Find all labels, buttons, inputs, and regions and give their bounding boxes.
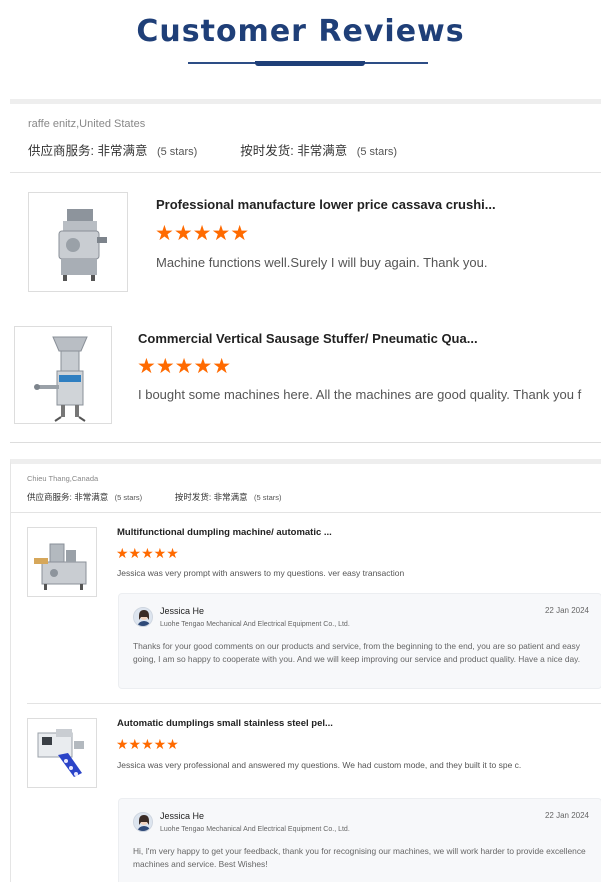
product-title-link[interactable]: Commercial Vertical Sausage Stuffer/ Pne… bbox=[138, 331, 598, 346]
supplier-service-stars: (5 stars) bbox=[114, 493, 143, 502]
review-comment: Machine functions well.Surely I will buy… bbox=[156, 255, 488, 270]
reply-company: Luohe Tengao Mechanical And Electrical E… bbox=[160, 621, 350, 628]
rating-summary: 供应商服务: 非常满意 (5 stars) 按时发货: 非常满意 (5 star… bbox=[28, 140, 397, 159]
title-underline-accent bbox=[255, 61, 365, 66]
review-comment: I bought some machines here. All the mac… bbox=[138, 387, 582, 402]
reply-company: Luohe Tengao Mechanical And Electrical E… bbox=[160, 826, 350, 833]
star-rating: ★★★★★ bbox=[116, 545, 179, 561]
divider bbox=[11, 512, 601, 513]
dumpling-machine-icon[interactable] bbox=[27, 527, 97, 597]
cassava-crusher-machine-icon[interactable] bbox=[28, 192, 128, 292]
avatar bbox=[133, 607, 153, 627]
review-card: Chieu Thang,Canada 供应商服务: 非常满意 (5 stars)… bbox=[10, 459, 601, 882]
reply-date: 22 Jan 2024 bbox=[544, 606, 589, 615]
reply-text: Hi, I'm very happy to get your feedback,… bbox=[133, 846, 586, 869]
product-title-link[interactable]: Automatic dumplings small stainless stee… bbox=[117, 718, 517, 729]
page-title: Customer Reviews bbox=[136, 14, 465, 49]
avatar bbox=[133, 812, 153, 832]
divider bbox=[10, 172, 601, 173]
star-rating: ★★★★★ bbox=[137, 355, 232, 378]
review-comment: Jessica was very professional and answer… bbox=[117, 760, 522, 770]
product-title-link[interactable]: Professional manufacture lower price cas… bbox=[156, 197, 586, 212]
star-rating: ★★★★★ bbox=[155, 222, 250, 245]
star-rating: ★★★★★ bbox=[116, 736, 179, 752]
ontime-delivery-rating: 按时发货: 非常满意 bbox=[240, 144, 348, 158]
seller-reply: Jessica He Luohe Tengao Mechanical And E… bbox=[118, 593, 601, 689]
product-title-link[interactable]: Multifunctional dumpling machine/ automa… bbox=[117, 527, 517, 538]
reply-text: Thanks for your good comments on our pro… bbox=[133, 641, 581, 664]
reply-date: 22 Jan 2024 bbox=[544, 811, 589, 820]
reviewer-name: Chieu Thang,Canada bbox=[27, 474, 99, 483]
ontime-delivery-rating: 按时发货: 非常满意 bbox=[174, 492, 248, 502]
reply-author: Jessica He bbox=[160, 811, 205, 821]
seller-reply: Jessica He Luohe Tengao Mechanical And E… bbox=[118, 798, 601, 882]
reviewer-name: raffe enitz,United States bbox=[28, 118, 146, 130]
review-comment: Jessica was very prompt with answers to … bbox=[117, 568, 405, 578]
supplier-service-rating: 供应商服务: 非常满意 bbox=[27, 492, 109, 502]
review-card: raffe enitz,United States 供应商服务: 非常满意 (5… bbox=[10, 99, 601, 443]
divider bbox=[27, 703, 601, 704]
dumpling-maker-blue-icon[interactable] bbox=[27, 718, 97, 788]
section-header: Customer Reviews bbox=[0, 14, 601, 66]
rating-summary: 供应商服务: 非常满意 (5 stars) 按时发货: 非常满意 (5 star… bbox=[27, 491, 282, 503]
supplier-service-stars: (5 stars) bbox=[156, 146, 198, 158]
ontime-delivery-stars: (5 stars) bbox=[253, 493, 282, 502]
sausage-stuffer-machine-icon[interactable] bbox=[14, 326, 112, 424]
reply-author: Jessica He bbox=[160, 606, 205, 616]
supplier-service-rating: 供应商服务: 非常满意 bbox=[28, 144, 148, 158]
ontime-delivery-stars: (5 stars) bbox=[356, 146, 398, 158]
